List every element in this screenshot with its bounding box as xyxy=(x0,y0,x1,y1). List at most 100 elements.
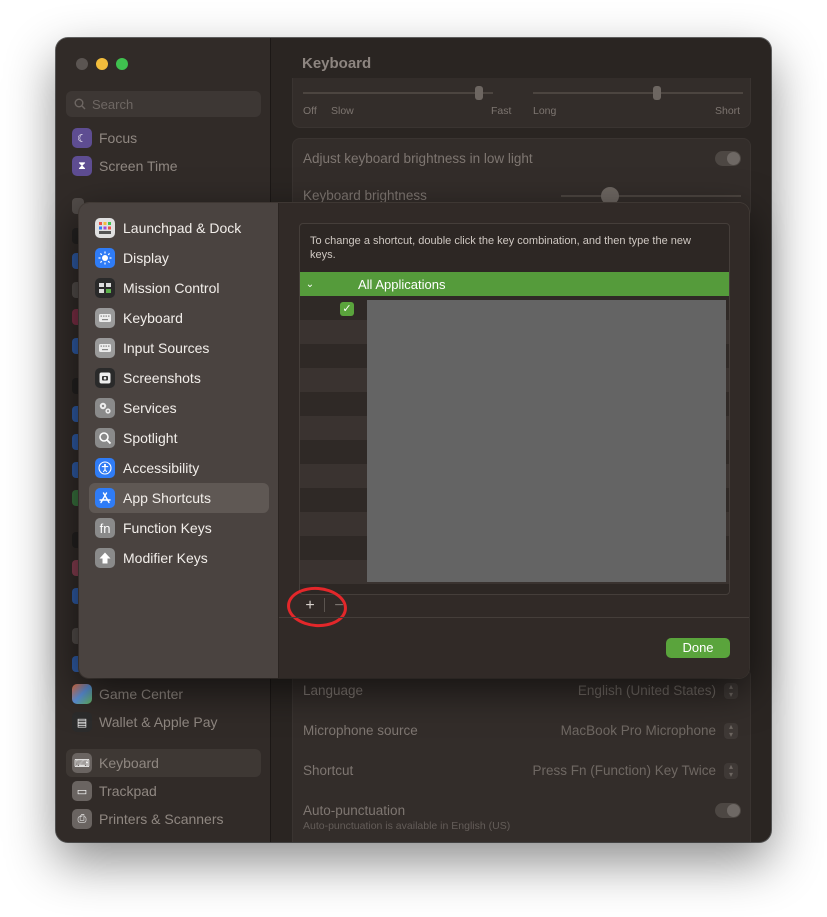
language-label: Language xyxy=(303,683,364,698)
zoom-button[interactable] xyxy=(116,58,128,70)
sheet-footer-divider xyxy=(279,617,749,618)
brightness-slider[interactable] xyxy=(561,195,741,197)
sidebar-item-label: Game Center xyxy=(99,686,184,702)
table-bottom-bar xyxy=(300,594,730,595)
category-accessibility[interactable]: Accessibility xyxy=(89,453,269,483)
all-applications-row[interactable]: ⌄ All Applications xyxy=(300,272,729,296)
trackpad-icon: ▭ xyxy=(72,781,92,801)
enable-checkbox[interactable]: ✓ xyxy=(340,302,354,316)
keyboard-shortcuts-sheet: Launchpad & Dock Display Mission Control… xyxy=(79,203,749,678)
page-title: Keyboard xyxy=(302,55,372,72)
shortcuts-detail-pane: To change a shortcut, double click the k… xyxy=(279,203,749,678)
search-placeholder: Search xyxy=(92,96,134,112)
category-modifier-keys[interactable]: Modifier Keys xyxy=(89,543,269,573)
screenshot-icon xyxy=(95,368,115,388)
magnifier-icon xyxy=(95,428,115,448)
shortcut-popup-chevron[interactable]: ▴ ▾ xyxy=(724,763,738,779)
done-button[interactable]: Done xyxy=(666,638,730,658)
hourglass-icon: ⧗ xyxy=(72,156,92,176)
category-label: Accessibility xyxy=(123,460,200,476)
moon-icon: ☾ xyxy=(72,128,92,148)
sidebar-item-focus[interactable]: ☾ Focus xyxy=(66,124,261,152)
keyboard-icon xyxy=(95,308,115,328)
instructions-text: To change a shortcut, double click the k… xyxy=(310,235,691,261)
category-function-keys[interactable]: fn Function Keys xyxy=(89,513,269,543)
category-label: Display xyxy=(123,250,169,266)
delay-long-label: Long xyxy=(533,105,557,117)
shortcut-value[interactable]: Press Fn (Function) Key Twice xyxy=(532,763,716,778)
auto-punctuation-toggle[interactable] xyxy=(715,803,741,818)
window-controls xyxy=(76,58,128,70)
microphone-popup-chevron[interactable]: ▴ ▾ xyxy=(724,723,738,739)
key-repeat-knob[interactable] xyxy=(475,86,483,100)
accessibility-icon xyxy=(95,458,115,478)
sidebar-item-printers[interactable]: ⎙ Printers & Scanners xyxy=(66,805,261,833)
printer-icon: ⎙ xyxy=(72,809,92,829)
sidebar-item-label: Printers & Scanners xyxy=(99,811,224,827)
app-store-icon xyxy=(95,488,115,508)
category-spotlight[interactable]: Spotlight xyxy=(89,423,269,453)
category-label: Services xyxy=(123,400,177,416)
repeat-delay-slider[interactable] xyxy=(533,92,743,94)
keyboard-brightness-label: Keyboard brightness xyxy=(303,188,427,203)
microphone-value[interactable]: MacBook Pro Microphone xyxy=(561,723,716,738)
wallet-icon: ▤ xyxy=(72,712,92,732)
sidebar-item-label: Wallet & Apple Pay xyxy=(99,714,218,730)
search-field[interactable]: Search xyxy=(66,91,261,117)
category-label: App Shortcuts xyxy=(123,490,211,506)
microphone-label: Microphone source xyxy=(303,723,418,738)
category-launchpad-dock[interactable]: Launchpad & Dock xyxy=(89,213,269,243)
sidebar-item-label: Screen Time xyxy=(99,158,178,174)
category-app-shortcuts[interactable]: App Shortcuts xyxy=(89,483,269,513)
category-label: Launchpad & Dock xyxy=(123,220,242,236)
sidebar-item-label: Keyboard xyxy=(99,755,159,771)
category-label: Function Keys xyxy=(123,520,212,536)
category-label: Input Sources xyxy=(123,340,210,356)
category-keyboard[interactable]: Keyboard xyxy=(89,303,269,333)
close-button[interactable] xyxy=(76,58,88,70)
category-display[interactable]: Display xyxy=(89,243,269,273)
repeat-delay-knob[interactable] xyxy=(653,86,661,100)
shortcut-label: Shortcut xyxy=(303,763,354,778)
delay-short-label: Short xyxy=(715,105,741,117)
brightness-low-light-toggle[interactable] xyxy=(715,151,741,166)
game-center-icon xyxy=(72,684,92,704)
search-icon xyxy=(74,98,86,110)
sidebar-item-screen-time[interactable]: ⧗ Screen Time xyxy=(66,152,261,180)
sidebar-item-trackpad[interactable]: ▭ Trackpad xyxy=(66,777,261,805)
key-repeat-slider[interactable] xyxy=(303,92,493,94)
language-value[interactable]: English (United States) xyxy=(578,683,716,698)
category-label: Spotlight xyxy=(123,430,178,446)
brightness-low-light-label: Adjust keyboard brightness in low light xyxy=(303,151,533,166)
repeat-fast-label: Fast xyxy=(491,105,512,117)
language-popup-chevron[interactable]: ▴ ▾ xyxy=(724,683,738,699)
category-label: Screenshots xyxy=(123,370,201,386)
category-screenshots[interactable]: Screenshots xyxy=(89,363,269,393)
category-mission-control[interactable]: Mission Control xyxy=(89,273,269,303)
arrow-up-icon xyxy=(95,548,115,568)
category-label: Keyboard xyxy=(123,310,183,326)
repeat-off-label: Off xyxy=(303,105,317,117)
sidebar-item-game-center[interactable]: Game Center xyxy=(66,680,261,708)
sidebar-item-label: Focus xyxy=(99,130,138,146)
gears-icon xyxy=(95,398,115,418)
sidebar-item-label: Trackpad xyxy=(99,783,157,799)
dictation-card: Language English (United States) ▴ ▾ Micr… xyxy=(292,668,751,842)
shortcuts-category-list: Launchpad & Dock Display Mission Control… xyxy=(79,203,279,678)
sidebar-item-wallet[interactable]: ▤ Wallet & Apple Pay xyxy=(66,708,261,736)
sidebar-item-keyboard[interactable]: ⌨ Keyboard xyxy=(66,749,261,777)
minimize-button[interactable] xyxy=(96,58,108,70)
mission-control-icon xyxy=(95,278,115,298)
obscured-shortcut-list xyxy=(367,300,726,582)
keyboard-icon xyxy=(95,338,115,358)
fn-icon: fn xyxy=(95,518,115,538)
keyboard-icon: ⌨ xyxy=(72,753,92,773)
auto-punctuation-label: Auto-punctuation xyxy=(303,803,406,818)
repeat-slow-label: Slow xyxy=(331,105,354,117)
category-label: Modifier Keys xyxy=(123,550,208,566)
shortcuts-table-frame: To change a shortcut, double click the k… xyxy=(299,223,730,595)
category-services[interactable]: Services xyxy=(89,393,269,423)
chevron-down-icon[interactable]: ⌄ xyxy=(300,279,320,290)
category-input-sources[interactable]: Input Sources xyxy=(89,333,269,363)
sun-icon xyxy=(95,248,115,268)
